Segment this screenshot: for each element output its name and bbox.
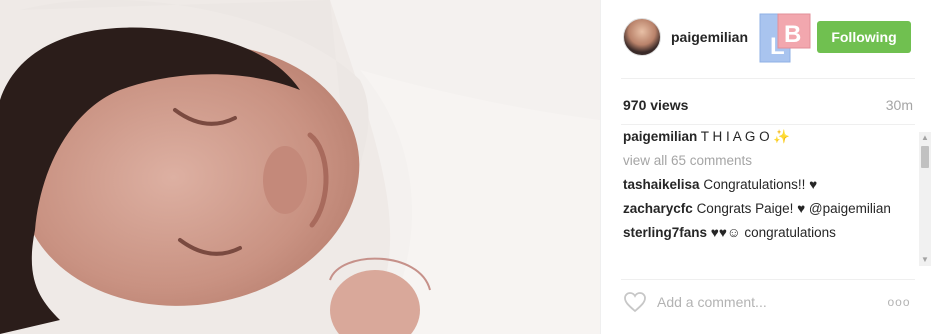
scroll-down-icon[interactable]: ▼ [919, 254, 931, 266]
post-username[interactable]: paigemilian [671, 29, 748, 45]
comment-text: Congrats Paige! ♥ @paigemilian [696, 201, 891, 216]
badge-letter-l: L [770, 33, 785, 60]
comments-scrollbar[interactable]: ▲ ▼ [919, 132, 931, 266]
comment-item: zacharycfc Congrats Paige! ♥ @paigemilia… [623, 200, 919, 218]
heart-icon[interactable] [623, 291, 647, 313]
header-divider [621, 78, 915, 79]
comment-item: tashaikelisa Congratulations!! ♥ [623, 176, 919, 194]
post-details-panel: paigemilian L B Following 970 views 30m … [600, 0, 934, 334]
post-stats: 970 views 30m [623, 97, 913, 115]
comment-username[interactable]: zacharycfc [623, 201, 693, 216]
lb-logo-badge: L B [759, 13, 811, 63]
view-all-comments-link[interactable]: view all 65 comments [623, 152, 919, 170]
add-comment-input[interactable] [657, 290, 857, 314]
comments-list[interactable]: paigemilian T H I A G O ✨ view all 65 co… [623, 128, 919, 270]
comment-text: ♥♥☺ congratulations [710, 225, 836, 240]
stats-divider [621, 124, 915, 125]
user-avatar[interactable] [623, 18, 661, 56]
following-button[interactable]: Following [817, 21, 911, 53]
caption-username[interactable]: paigemilian [623, 129, 697, 144]
comment-footer: ooo [601, 280, 934, 334]
badge-letter-b: B [784, 21, 801, 48]
comment-text: Congratulations!! ♥ [703, 177, 818, 192]
comment-username[interactable]: tashaikelisa [623, 177, 700, 192]
comment-item: sterling7fans ♥♥☺ congratulations [623, 224, 919, 242]
newborn-photo-illustration [0, 0, 600, 334]
caption-comment: paigemilian T H I A G O ✨ [623, 128, 919, 146]
post-time[interactable]: 30m [886, 97, 913, 113]
view-count: 970 views [623, 97, 689, 113]
post-photo[interactable] [0, 0, 600, 334]
post-header: paigemilian L B Following [601, 0, 934, 78]
more-options-icon[interactable]: ooo [885, 290, 913, 314]
caption-text: T H I A G O ✨ [700, 129, 791, 144]
comment-username[interactable]: sterling7fans [623, 225, 707, 240]
scrollbar-thumb[interactable] [921, 146, 929, 168]
scroll-up-icon[interactable]: ▲ [919, 132, 931, 144]
